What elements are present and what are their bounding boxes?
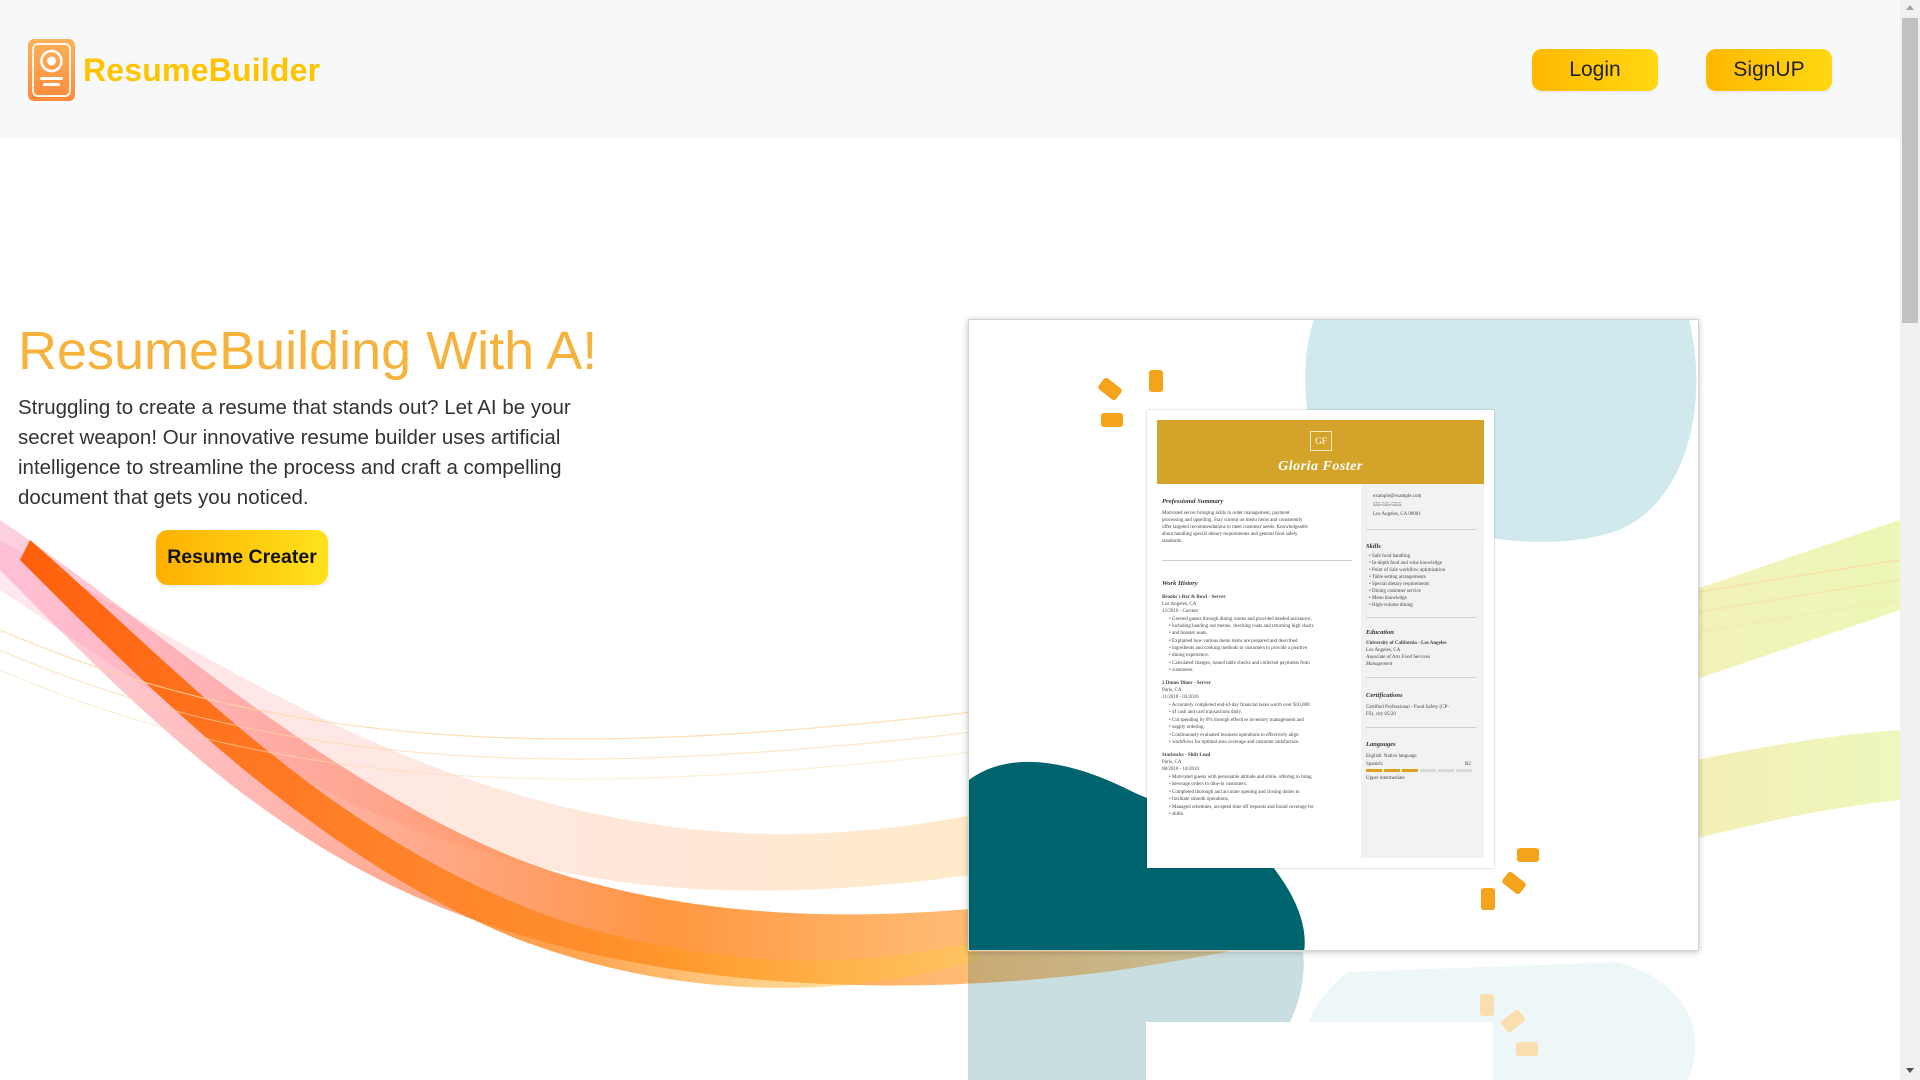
scroll-thumb[interactable] <box>1902 18 1918 323</box>
resume-monogram: GF <box>1310 431 1332 451</box>
resume-lang-bar <box>1366 769 1382 772</box>
resume-cert-heading: Certifications <box>1366 692 1403 699</box>
login-button[interactable]: Login <box>1532 49 1658 91</box>
resume-summary-line: standards. <box>1162 539 1183 544</box>
bullet-dot-icon: • <box>1169 812 1173 817</box>
resume-skill: • High-volume dining <box>1369 603 1413 608</box>
resume-job-bullet: • dining experience. <box>1169 653 1209 658</box>
resume-job-bullet: • supply ordering. <box>1169 725 1205 730</box>
resume-job-bullet: • customers. <box>1169 668 1194 673</box>
resume-email: example@example.com <box>1373 494 1422 499</box>
resume-sidebar: example@example.com 555-555-5555 Los Ang… <box>1361 484 1484 858</box>
resume-lang-spanish-level: Upper intermediate <box>1366 776 1405 781</box>
resume-lang-spanish: Spanish: <box>1366 762 1384 767</box>
resume-lang-spanish-code: B2 <box>1465 762 1471 767</box>
bullet-dot-icon: • <box>1369 582 1373 587</box>
resume-lang-bar <box>1384 769 1400 772</box>
resume-education-heading: Education <box>1366 629 1394 636</box>
resume-job-bullet: • workflows for optimal area coverage an… <box>1169 740 1300 745</box>
bullet-dot-icon: • <box>1169 668 1173 673</box>
scroll-down-icon[interactable] <box>1906 1068 1914 1073</box>
resume-job-bullet: • and booster seats. <box>1169 631 1208 636</box>
bullet-dot-icon: • <box>1369 568 1373 573</box>
resume-education-line: Management <box>1366 662 1393 667</box>
bullet-dot-icon: • <box>1169 782 1173 787</box>
resume-header: GF Gloria Foster <box>1157 420 1484 484</box>
resume-job-bullet: • of cash and card transactions daily. <box>1169 710 1242 715</box>
bullet-dot-icon: • <box>1369 561 1373 566</box>
signup-button[interactable]: SignUP <box>1706 49 1832 91</box>
hero-title: ResumeBuilding With A! <box>18 321 598 381</box>
brand-name[interactable]: ResumeBuilder <box>83 52 320 89</box>
resume-cert-line: FS), city 05/20 <box>1366 712 1396 717</box>
resume-creator-button[interactable]: Resume Creater <box>156 530 328 585</box>
resume-location: Los Angeles, CA 90001 <box>1373 512 1421 517</box>
resume-job-bullet: • facilitate smooth operations. <box>1169 797 1229 802</box>
bullet-dot-icon: • <box>1169 805 1173 810</box>
bullet-dot-icon: • <box>1169 775 1173 780</box>
resume-lang-bar <box>1402 769 1418 772</box>
resume-phone: 555-555-5555 <box>1373 503 1402 508</box>
resume-divider <box>1366 727 1476 728</box>
logo-icon[interactable] <box>28 39 75 101</box>
hero-description: Struggling to create a resume that stand… <box>18 396 571 509</box>
bullet-dot-icon: • <box>1169 631 1173 636</box>
resume-job-bullet: • Managed schedules, accepted time off r… <box>1169 805 1314 810</box>
scroll-up-icon[interactable] <box>1906 5 1914 10</box>
resume-work-heading: Work History <box>1162 580 1198 587</box>
bullet-dot-icon: • <box>1169 617 1173 622</box>
resume-divider <box>1366 529 1476 530</box>
resume-job-dates: 11/2010 - 03/2016 <box>1162 695 1199 700</box>
bullet-dot-icon: • <box>1169 653 1173 658</box>
resume-divider <box>1162 560 1352 561</box>
bullet-dot-icon: • <box>1169 733 1173 738</box>
bullet-dot-icon: • <box>1169 661 1173 666</box>
resume-lang-english: English: Native language <box>1366 754 1417 759</box>
resume-job-bullet: • shifts. <box>1169 812 1185 817</box>
bullet-dot-icon: • <box>1169 703 1172 708</box>
resume-job-dates: 08/2010 - 10/2010 <box>1162 767 1199 772</box>
resume-summary-heading: Professional Summary <box>1162 498 1224 505</box>
bullet-dot-icon: • <box>1169 624 1173 629</box>
preview-reflection <box>968 952 1699 1080</box>
bullet-dot-icon: • <box>1369 596 1373 601</box>
resume-job-bullet: • beverage orders to dine-in customers. <box>1169 782 1248 787</box>
bullet-dot-icon: • <box>1369 589 1373 594</box>
bullet-dot-icon: • <box>1169 710 1173 715</box>
resume-name: Gloria Foster <box>1278 459 1363 474</box>
bullet-dot-icon: • <box>1169 718 1173 723</box>
resume-skills-heading: Skills <box>1366 543 1381 550</box>
bullet-dot-icon: • <box>1369 575 1372 580</box>
bullet-dot-icon: • <box>1169 725 1173 730</box>
bullet-dot-icon: • <box>1169 790 1173 795</box>
resume-divider <box>1366 617 1476 618</box>
top-navbar: ResumeBuilder Login SignUP <box>0 0 1900 139</box>
bullet-dot-icon: • <box>1169 639 1173 644</box>
resume-preview-card: GF Gloria Foster Professional Summary Mo… <box>968 319 1699 951</box>
resume-lang-bar <box>1420 769 1436 772</box>
resume-lang-heading: Languages <box>1366 741 1396 748</box>
bullet-dot-icon: • <box>1169 646 1173 651</box>
resume-lang-bar <box>1456 769 1472 772</box>
resume-document: GF Gloria Foster Professional Summary Mo… <box>1147 410 1494 868</box>
bullet-dot-icon: • <box>1369 603 1373 608</box>
resume-divider <box>1366 677 1476 678</box>
resume-summary-line: about handling special dietary requireme… <box>1162 532 1298 537</box>
bullet-dot-icon: • <box>1369 554 1373 559</box>
page: ResumeBuilder Login SignUP ResumeBuildin… <box>0 0 1920 1080</box>
resume-job-dates: 12/2016 - Current <box>1162 609 1198 614</box>
vertical-scrollbar[interactable] <box>1900 0 1920 1080</box>
bullet-dot-icon: • <box>1169 740 1173 745</box>
bullet-dot-icon: • <box>1169 797 1173 802</box>
resume-lang-bar <box>1438 769 1454 772</box>
